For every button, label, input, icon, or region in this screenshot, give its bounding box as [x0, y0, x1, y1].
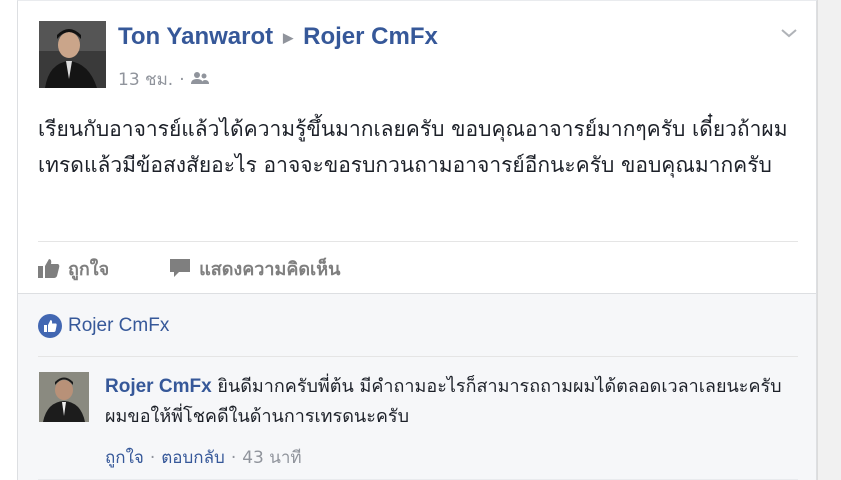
- like-badge-icon: [38, 314, 62, 338]
- post-meta: 13 ชม. ·: [118, 66, 209, 93]
- comment-icon: [170, 259, 191, 277]
- comment-author[interactable]: Rojer CmFx: [105, 376, 212, 397]
- comment-meta: ถูกใจ · ตอบกลับ · 43 นาที: [105, 444, 302, 471]
- comment-label: แสดงความคิดเห็น: [199, 258, 341, 280]
- post-card: Ton Yanwarot ▶ Rojer CmFx 13 ชม. · เรียน…: [17, 0, 817, 480]
- post-timestamp[interactable]: 13 ชม.: [118, 66, 173, 93]
- author-name[interactable]: Ton Yanwarot: [118, 23, 273, 51]
- arrow-right-icon: ▶: [283, 30, 294, 45]
- divider: [38, 241, 798, 242]
- post-body: เรียนกับอาจารย์แล้วได้ความรู้ขึ้นมากเลยค…: [38, 117, 788, 177]
- comments-section: Rojer CmFx Rojer CmFx ยินดีมากครับพี่ต้น…: [18, 293, 816, 480]
- post-actions: ถูกใจ แสดงความคิดเห็น: [38, 253, 400, 283]
- target-name[interactable]: Rojer CmFx: [303, 23, 438, 51]
- meta-separator: ·: [149, 447, 156, 468]
- page-scroll-gutter: [817, 0, 841, 480]
- likes-summary[interactable]: Rojer CmFx: [38, 314, 169, 338]
- post-header: Ton Yanwarot ▶ Rojer CmFx: [118, 23, 438, 51]
- comment-timestamp[interactable]: 43 นาที: [242, 444, 301, 471]
- meta-separator: ·: [230, 447, 237, 468]
- author-avatar[interactable]: [39, 21, 106, 88]
- like-label: ถูกใจ: [68, 258, 110, 280]
- comment-reply-link[interactable]: ตอบกลับ: [161, 444, 225, 471]
- like-button[interactable]: ถูกใจ: [38, 254, 109, 283]
- comment-button[interactable]: แสดงความคิดเห็น: [169, 254, 340, 283]
- friends-icon[interactable]: [190, 70, 209, 90]
- thumbs-up-icon: [38, 259, 60, 278]
- chevron-down-icon[interactable]: [780, 25, 798, 39]
- divider: [38, 356, 798, 357]
- comment-body: Rojer CmFx ยินดีมากครับพี่ต้น มีคำถามอะไ…: [105, 372, 805, 432]
- meta-separator: ·: [179, 69, 185, 90]
- comment-like-link[interactable]: ถูกใจ: [105, 444, 144, 471]
- commenter-avatar[interactable]: [39, 372, 89, 422]
- liker-name[interactable]: Rojer CmFx: [68, 315, 169, 337]
